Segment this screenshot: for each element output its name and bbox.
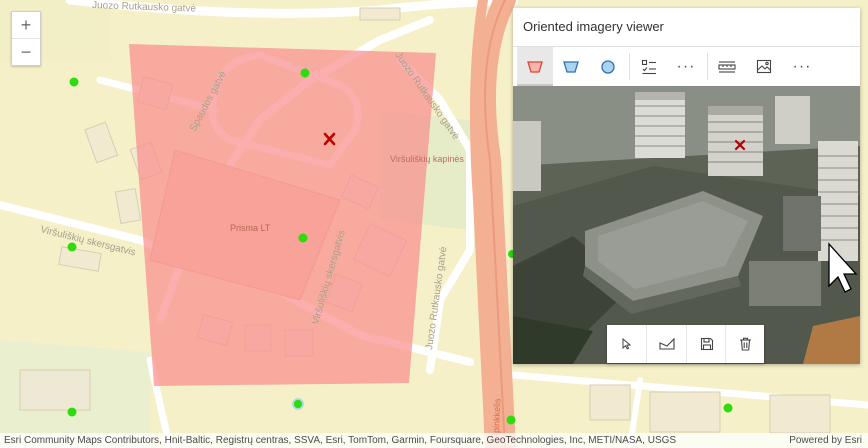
footprint-tool-button[interactable] <box>517 47 553 86</box>
attribution-text[interactable]: Esri Community Maps Contributors, Hnit-B… <box>4 433 676 448</box>
building <box>513 121 541 191</box>
viewer-title: Oriented imagery viewer <box>513 8 860 47</box>
image-footprint[interactable] <box>129 44 436 386</box>
oblique-image[interactable] <box>513 86 860 364</box>
trash-icon <box>740 337 751 351</box>
building <box>783 196 821 251</box>
pointer-icon <box>622 338 631 350</box>
delete-button[interactable] <box>725 325 765 363</box>
building <box>769 394 831 434</box>
tower <box>818 141 858 261</box>
building <box>749 261 821 306</box>
checklist-icon <box>641 59 656 74</box>
measure-icon <box>658 337 675 350</box>
label-cemetery: Viršuliškių kapinės <box>390 154 464 164</box>
tower <box>635 92 685 158</box>
footprint-icon <box>527 60 543 73</box>
viewer-toolbar: ··· ··· <box>513 47 860 87</box>
building <box>19 369 91 411</box>
measure-tool-button[interactable] <box>709 47 745 86</box>
tower <box>775 96 810 144</box>
building <box>649 391 721 433</box>
more-icon: ··· <box>792 57 812 75</box>
camera-footprint-icon <box>563 60 579 73</box>
more-options-button-1[interactable]: ··· <box>668 47 704 86</box>
map-point[interactable] <box>69 77 79 87</box>
zoom-control: + − <box>11 11 41 66</box>
ruler-icon <box>718 60 736 73</box>
map-point[interactable] <box>298 233 308 243</box>
layer-list-button[interactable] <box>631 47 667 86</box>
map-point[interactable] <box>67 242 77 252</box>
image-tools-bar <box>607 325 764 363</box>
more-icon: ··· <box>676 57 696 75</box>
camera-tool-button[interactable] <box>553 47 589 86</box>
measure-area-button[interactable] <box>646 325 686 363</box>
map-point[interactable] <box>67 407 77 417</box>
save-icon <box>700 337 713 351</box>
building <box>359 7 401 21</box>
more-options-button-2[interactable]: ··· <box>784 47 820 86</box>
oriented-imagery-viewer: Oriented imagery viewer ··· ··· <box>513 8 860 364</box>
coverage-tool-button[interactable] <box>590 47 626 86</box>
map-attribution: Esri Community Maps Contributors, Hnit-B… <box>0 433 868 448</box>
save-button[interactable] <box>686 325 726 363</box>
map-point[interactable] <box>506 415 516 425</box>
label-building: Prisma LT <box>230 223 271 233</box>
zoom-in-button[interactable]: + <box>12 12 40 38</box>
select-tool-button[interactable] <box>607 325 646 363</box>
building <box>589 384 631 421</box>
image-gallery-button[interactable] <box>746 47 782 86</box>
map-point[interactable] <box>723 403 733 413</box>
image-icon <box>756 59 772 74</box>
map-point[interactable] <box>300 68 310 78</box>
powered-by-esri[interactable]: Powered by Esri <box>789 433 862 448</box>
circle-icon <box>601 59 615 74</box>
zoom-out-button[interactable]: − <box>12 38 40 65</box>
